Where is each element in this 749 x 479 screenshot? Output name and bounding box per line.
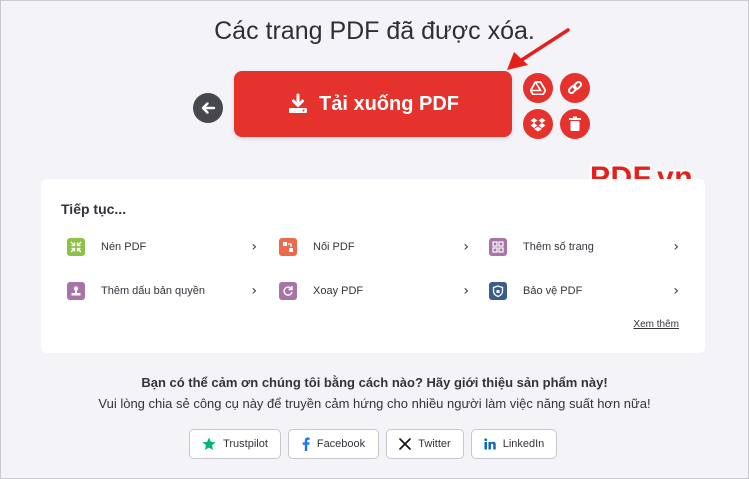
linkedin-label: LinkedIn — [502, 438, 545, 450]
tool-protect-pdf[interactable]: Bảo vệ PDF › — [489, 279, 679, 303]
watermark-icon — [67, 282, 85, 300]
page-title: Các trang PDF đã được xóa. — [214, 17, 535, 45]
tool-label: Xoay PDF — [313, 285, 364, 297]
dropbox-button[interactable] — [523, 109, 553, 139]
chevron-right-icon: › — [251, 239, 257, 255]
chevron-right-icon: › — [463, 239, 469, 255]
x-twitter-icon — [399, 438, 412, 450]
tool-rotate-pdf[interactable]: Xoay PDF › — [279, 279, 469, 303]
tool-label: Nối PDF — [313, 241, 355, 253]
tool-page-numbers[interactable]: Thêm số trang › — [489, 235, 679, 259]
share-subtext: Vui lòng chia sẻ công cụ này để truyền c… — [98, 396, 651, 411]
annotation-arrow-icon — [507, 28, 570, 70]
download-label: Tải xuống PDF — [319, 92, 459, 115]
arrow-left-icon — [201, 102, 216, 114]
download-icon — [289, 93, 307, 113]
rotate-icon — [279, 282, 297, 300]
google-drive-icon — [530, 81, 546, 95]
trustpilot-star-icon — [202, 437, 216, 450]
chevron-right-icon: › — [673, 239, 679, 255]
continue-title: Tiếp tục... — [61, 201, 127, 217]
back-button[interactable] — [193, 93, 223, 123]
continue-card: Tiếp tục... Nén PDF › Nối PDF › Thêm số … — [41, 179, 705, 353]
dropbox-icon — [530, 117, 546, 131]
tool-label: Thêm dấu bản quyền — [101, 285, 205, 297]
page-numbers-icon — [489, 238, 507, 256]
tool-label: Thêm số trang — [523, 241, 594, 253]
tool-add-watermark[interactable]: Thêm dấu bản quyền › — [67, 279, 257, 303]
delete-button[interactable] — [560, 109, 590, 139]
link-icon — [567, 80, 583, 95]
tool-compress-pdf[interactable]: Nén PDF › — [67, 235, 257, 259]
facebook-button[interactable]: Facebook — [288, 429, 379, 459]
tool-label: Nén PDF — [101, 241, 147, 253]
facebook-label: Facebook — [316, 438, 366, 450]
trustpilot-button[interactable]: Trustpilot — [189, 429, 281, 459]
facebook-icon — [302, 437, 310, 451]
tool-label: Bảo vệ PDF — [523, 285, 583, 297]
shield-icon — [489, 282, 507, 300]
linkedin-button[interactable]: LinkedIn — [471, 429, 557, 459]
trash-icon — [569, 116, 581, 131]
google-drive-button[interactable] — [523, 73, 553, 103]
chevron-right-icon: › — [673, 283, 679, 299]
chevron-right-icon: › — [251, 283, 257, 299]
compress-icon — [67, 238, 85, 256]
see-more-link[interactable]: Xem thêm — [633, 319, 679, 330]
download-pdf-button[interactable]: Tải xuống PDF — [234, 71, 512, 137]
twitter-label: Twitter — [418, 438, 451, 450]
twitter-button[interactable]: Twitter — [386, 429, 464, 459]
tool-merge-pdf[interactable]: Nối PDF › — [279, 235, 469, 259]
trustpilot-label: Trustpilot — [223, 438, 268, 450]
merge-icon — [279, 238, 297, 256]
copy-link-button[interactable] — [560, 73, 590, 103]
share-heading: Bạn có thể cảm ơn chúng tôi bằng cách nà… — [141, 375, 608, 390]
linkedin-icon — [484, 438, 496, 450]
chevron-right-icon: › — [463, 283, 469, 299]
